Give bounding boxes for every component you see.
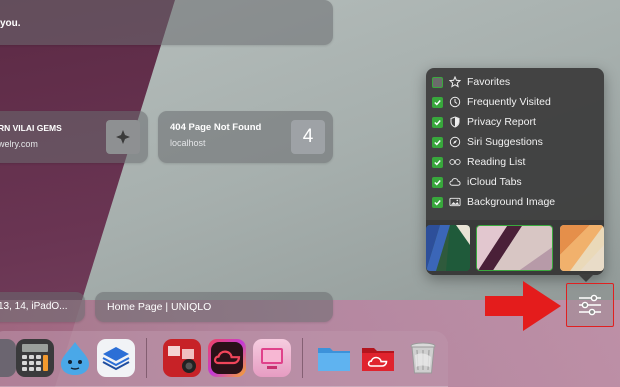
checkbox-icloud-tabs[interactable] [432, 176, 443, 188]
favorite-card-gems[interactable]: RN VILAI GEMS welry.com [0, 111, 148, 163]
menu-item-label: Reading List [467, 156, 526, 168]
card-title: Home Page | UNIQLO [107, 301, 212, 313]
photo-booth-icon[interactable] [163, 339, 201, 377]
star-icon [449, 76, 461, 88]
layers-icon[interactable] [97, 339, 135, 377]
calculator-icon[interactable] [16, 339, 54, 377]
card-text: you. [0, 18, 21, 29]
menu-item-label: Siri Suggestions [467, 136, 543, 148]
cleanmymac-icon[interactable] [253, 339, 291, 377]
dock-separator [146, 338, 147, 378]
card-title: 13, 14, iPadO... [0, 301, 68, 312]
card-subtitle: localhost [170, 138, 206, 148]
checkbox-favorites[interactable] [432, 76, 443, 88]
card-uniqlo[interactable]: Home Page | UNIQLO [95, 292, 333, 322]
background-thumb-blue-green[interactable] [426, 225, 470, 271]
checkbox-background-image[interactable] [432, 196, 443, 208]
checkbox-reading-list[interactable] [432, 156, 443, 168]
compass-icon [449, 136, 461, 148]
menu-item-label: Favorites [467, 76, 511, 88]
annotation-arrow [485, 281, 561, 331]
menu-item-privacy-report[interactable]: Privacy Report [432, 113, 602, 131]
dock-separator [302, 338, 303, 378]
checkbox-frequently-visited[interactable] [432, 96, 443, 108]
creative-cloud-icon[interactable] [208, 339, 246, 377]
folder-icon[interactable] [315, 339, 353, 377]
app-icon[interactable] [0, 339, 16, 377]
background-thumb-pink-purple[interactable] [476, 225, 553, 271]
menu-item-reading-list[interactable]: Reading List [432, 153, 602, 171]
trash-icon[interactable] [404, 339, 442, 377]
menu-item-label: Privacy Report [467, 116, 536, 128]
menu-item-label: Background Image [467, 196, 556, 208]
menu-item-favorites[interactable]: Favorites [432, 73, 602, 91]
background-image-picker [426, 220, 604, 275]
site-thumbnail [106, 120, 140, 154]
card-top-partial[interactable]: you. [0, 0, 333, 45]
glasses-icon [449, 156, 461, 168]
menu-item-siri-suggestions[interactable]: Siri Suggestions [432, 133, 602, 151]
customize-start-page-menu: Favorites Frequently Visited Privacy Rep… [426, 68, 604, 282]
menu-item-icloud-tabs[interactable]: iCloud Tabs [432, 173, 602, 191]
menu-item-background-image[interactable]: Background Image [432, 193, 602, 211]
card-ipad[interactable]: 13, 14, iPadO... [0, 292, 85, 322]
cloud-icon [449, 176, 461, 188]
cc-folder-icon[interactable] [359, 339, 397, 377]
menu-item-label: iCloud Tabs [467, 176, 522, 188]
customize-settings-button[interactable] [573, 290, 607, 320]
checkbox-privacy-report[interactable] [432, 116, 443, 128]
menu-item-label: Frequently Visited [467, 96, 551, 108]
sliders-icon [579, 294, 601, 316]
site-thumbnail-number: 4 [291, 120, 325, 154]
checkbox-siri-suggestions[interactable] [432, 136, 443, 148]
shield-icon [449, 116, 461, 128]
card-title: 404 Page Not Found [170, 122, 262, 133]
menu-item-frequently-visited[interactable]: Frequently Visited [432, 93, 602, 111]
card-subtitle: welry.com [0, 139, 38, 149]
photo-icon [449, 196, 461, 208]
favorite-card-404[interactable]: 404 Page Not Found localhost 4 [158, 111, 333, 163]
clock-icon [449, 96, 461, 108]
card-title: RN VILAI GEMS [0, 123, 62, 133]
gem-logo-icon [116, 130, 130, 144]
background-thumb-orange-cream[interactable] [560, 225, 604, 271]
droplet-icon[interactable] [56, 339, 94, 377]
